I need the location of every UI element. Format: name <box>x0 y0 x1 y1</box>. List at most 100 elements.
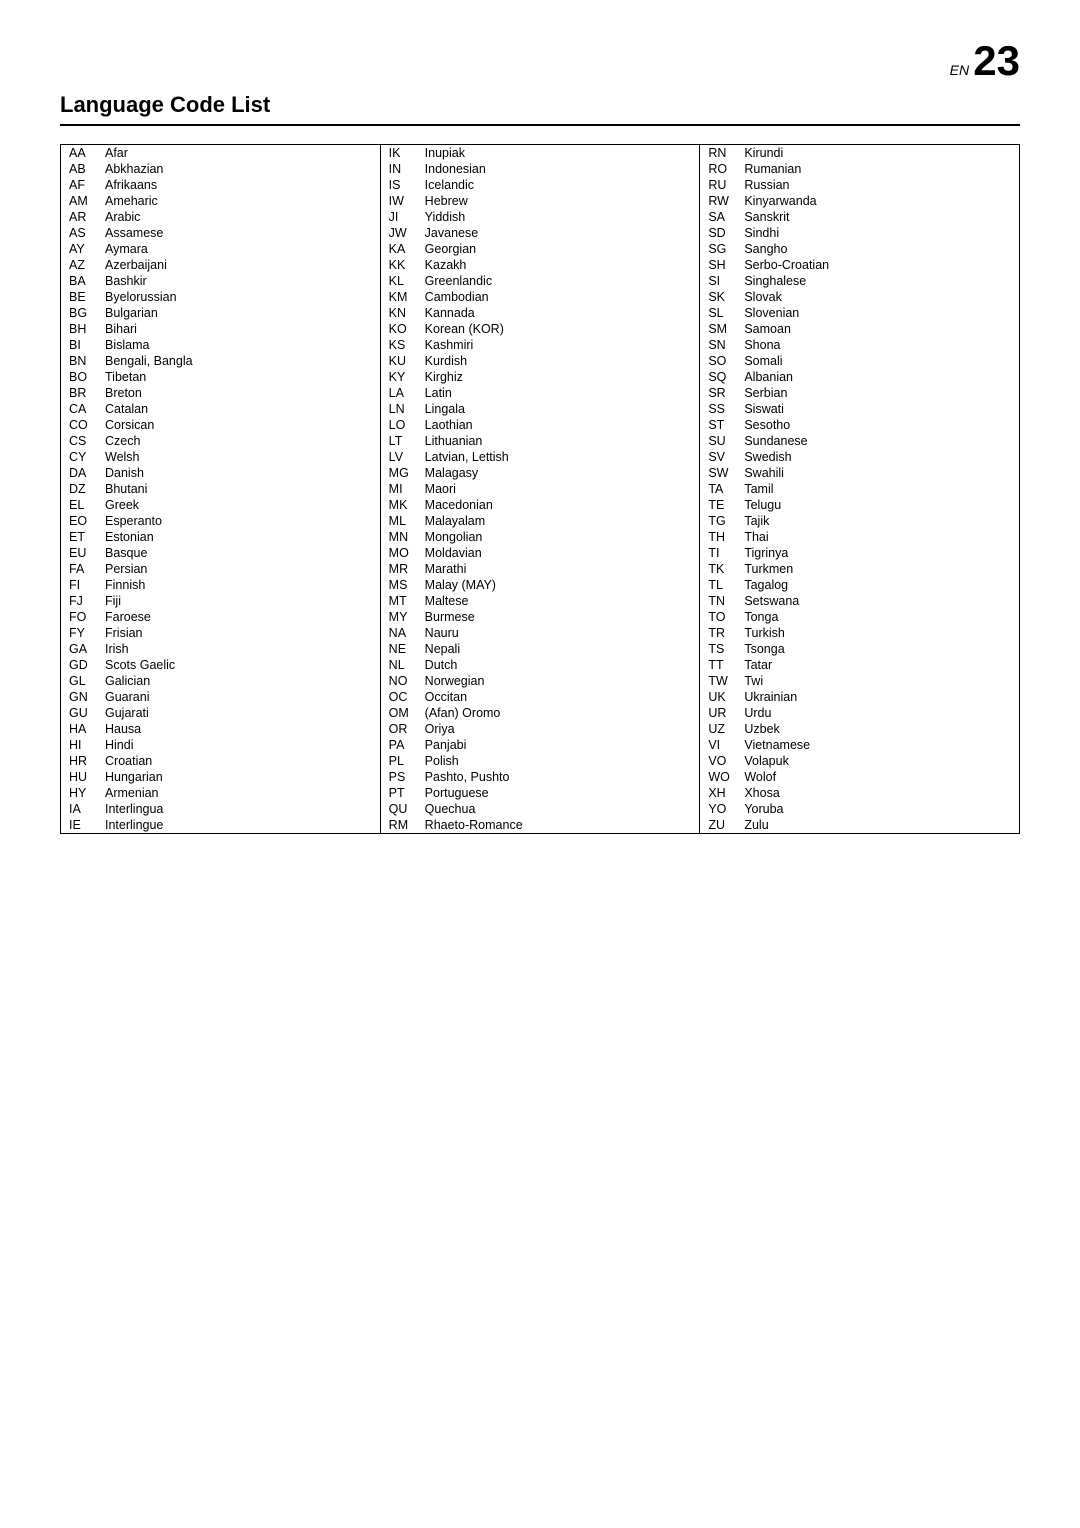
language-name: Slovenian <box>744 306 799 320</box>
language-code: SS <box>708 402 744 416</box>
language-name: Sundanese <box>744 434 807 448</box>
language-code: EO <box>69 514 105 528</box>
language-name: Panjabi <box>425 738 467 752</box>
table-row: TITigrinya <box>700 545 1019 561</box>
table-row: LOLaothian <box>381 417 700 433</box>
language-name: Esperanto <box>105 514 162 528</box>
table-row: YOYoruba <box>700 801 1019 817</box>
language-name: Yiddish <box>425 210 466 224</box>
language-code: BI <box>69 338 105 352</box>
language-code: CS <box>69 434 105 448</box>
language-column-1: AAAfarABAbkhazianAFAfrikaansAMAmeharicAR… <box>61 145 381 833</box>
language-code: BG <box>69 306 105 320</box>
language-name: Greenlandic <box>425 274 492 288</box>
language-code: RN <box>708 146 744 160</box>
table-row: MNMongolian <box>381 529 700 545</box>
table-row: TRTurkish <box>700 625 1019 641</box>
table-row: KYKirghiz <box>381 369 700 385</box>
language-name: Nepali <box>425 642 460 656</box>
table-row: KAGeorgian <box>381 241 700 257</box>
language-code: TT <box>708 658 744 672</box>
language-name: Wolof <box>744 770 776 784</box>
table-row: SOSomali <box>700 353 1019 369</box>
language-name: Bihari <box>105 322 137 336</box>
table-row: BIBislama <box>61 337 380 353</box>
language-code: BN <box>69 354 105 368</box>
language-name: Assamese <box>105 226 163 240</box>
language-code: MN <box>389 530 425 544</box>
language-name: Serbo-Croatian <box>744 258 829 272</box>
table-row: CACatalan <box>61 401 380 417</box>
language-name: Arabic <box>105 210 140 224</box>
table-row: RMRhaeto-Romance <box>381 817 700 833</box>
language-name: Kinyarwanda <box>744 194 816 208</box>
language-code: LO <box>389 418 425 432</box>
language-name: Guarani <box>105 690 149 704</box>
table-row: GAIrish <box>61 641 380 657</box>
language-name: Ukrainian <box>744 690 797 704</box>
language-name: Burmese <box>425 610 475 624</box>
language-name: Sesotho <box>744 418 790 432</box>
table-row: TKTurkmen <box>700 561 1019 577</box>
language-code: SD <box>708 226 744 240</box>
table-row: FOFaroese <box>61 609 380 625</box>
language-code: MR <box>389 562 425 576</box>
language-code: AY <box>69 242 105 256</box>
language-name: Croatian <box>105 754 152 768</box>
table-row: AAAfar <box>61 145 380 161</box>
language-code: OR <box>389 722 425 736</box>
page-number: 23 <box>973 37 1020 84</box>
table-row: URUrdu <box>700 705 1019 721</box>
language-name: Marathi <box>425 562 467 576</box>
table-row: AMAmeharic <box>61 193 380 209</box>
table-row: ELGreek <box>61 497 380 513</box>
language-code: SV <box>708 450 744 464</box>
table-row: SUSundanese <box>700 433 1019 449</box>
table-row: KNKannada <box>381 305 700 321</box>
language-name: Urdu <box>744 706 771 720</box>
language-code: PA <box>389 738 425 752</box>
language-code: HA <box>69 722 105 736</box>
table-row: MYBurmese <box>381 609 700 625</box>
language-name: Basque <box>105 546 147 560</box>
language-name: Georgian <box>425 242 476 256</box>
language-code: DA <box>69 466 105 480</box>
language-name: Breton <box>105 386 142 400</box>
table-row: MKMacedonian <box>381 497 700 513</box>
language-code: MS <box>389 578 425 592</box>
language-name: Kazakh <box>425 258 467 272</box>
language-code: AA <box>69 146 105 160</box>
language-code: ST <box>708 418 744 432</box>
table-row: RORumanian <box>700 161 1019 177</box>
language-name: Xhosa <box>744 786 779 800</box>
language-table: AAAfarABAbkhazianAFAfrikaansAMAmeharicAR… <box>60 144 1020 834</box>
table-row: HIHindi <box>61 737 380 753</box>
table-row: AYAymara <box>61 241 380 257</box>
language-name: Mongolian <box>425 530 483 544</box>
language-name: Setswana <box>744 594 799 608</box>
language-name: Tibetan <box>105 370 146 384</box>
language-name: Czech <box>105 434 140 448</box>
table-row: AFAfrikaans <box>61 177 380 193</box>
language-name: Vietnamese <box>744 738 810 752</box>
table-row: INIndonesian <box>381 161 700 177</box>
language-name: Shona <box>744 338 780 352</box>
language-code: GL <box>69 674 105 688</box>
table-row: TGTajik <box>700 513 1019 529</box>
language-name: Thai <box>744 530 768 544</box>
page-title: Language Code List <box>60 92 1020 126</box>
table-row: BHBihari <box>61 321 380 337</box>
language-code: KS <box>389 338 425 352</box>
table-row: SVSwedish <box>700 449 1019 465</box>
language-code: SM <box>708 322 744 336</box>
table-row: TLTagalog <box>700 577 1019 593</box>
table-row: SWSwahili <box>700 465 1019 481</box>
table-row: EOEsperanto <box>61 513 380 529</box>
language-code: TN <box>708 594 744 608</box>
language-name: Kashmiri <box>425 338 474 352</box>
language-name: Lingala <box>425 402 465 416</box>
language-code: SL <box>708 306 744 320</box>
language-name: Kirundi <box>744 146 783 160</box>
language-code: OM <box>389 706 425 720</box>
table-row: VOVolapuk <box>700 753 1019 769</box>
